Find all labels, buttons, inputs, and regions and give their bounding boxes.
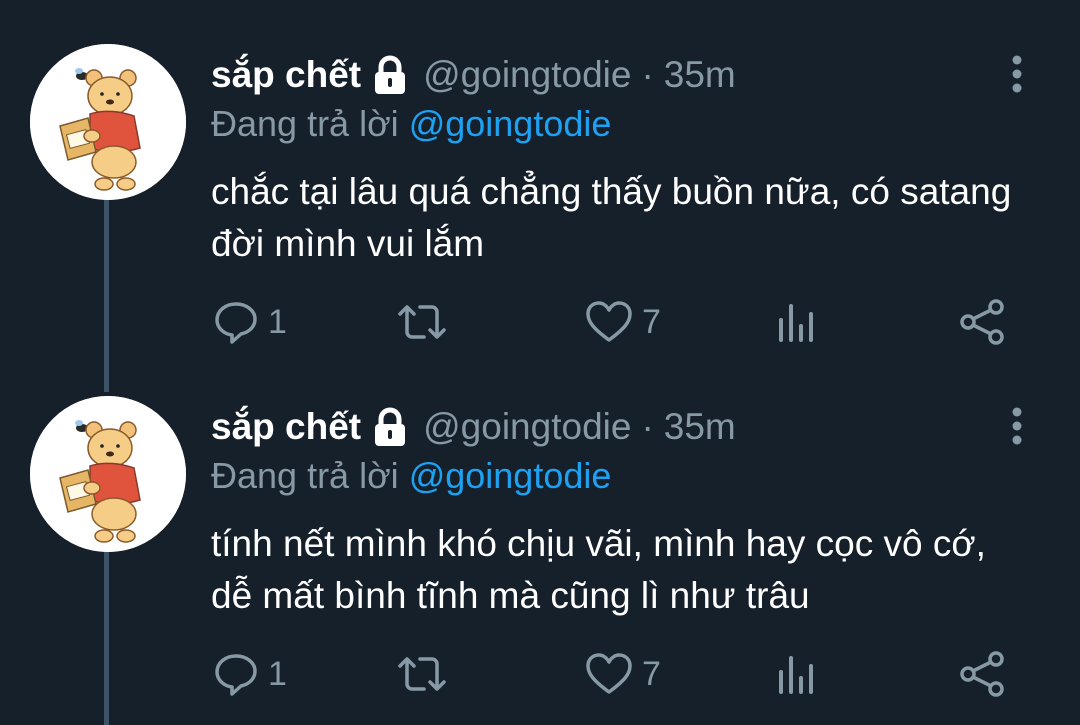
analytics-icon: [779, 656, 813, 694]
share-button[interactable]: [958, 296, 1006, 348]
separator-dot: ·: [641, 406, 654, 447]
share-icon: [960, 299, 1004, 345]
tweet-actions: 1 7: [0, 648, 1080, 704]
retweet-button[interactable]: [394, 296, 450, 348]
reply-bubble-icon: [215, 654, 257, 696]
avatar[interactable]: [30, 396, 186, 552]
analytics-icon: [779, 304, 813, 342]
analytics-button[interactable]: [776, 296, 816, 348]
like-count: 7: [642, 654, 661, 693]
like-count: 7: [642, 302, 661, 341]
user-handle[interactable]: @goingtodie: [423, 54, 631, 96]
retweet-icon: [398, 305, 446, 339]
reply-count: 1: [268, 302, 287, 341]
more-vertical-icon: [1012, 55, 1022, 93]
retweet-button[interactable]: [394, 648, 450, 700]
reply-button[interactable]: 1: [212, 648, 287, 700]
display-name[interactable]: sắp chết: [211, 54, 361, 96]
share-icon: [960, 651, 1004, 697]
replying-to-line: Đang trả lời @goingtodie: [211, 103, 611, 145]
timestamp[interactable]: 35m: [664, 54, 736, 96]
bear-avatar-image: [30, 396, 186, 552]
lock-icon: [371, 55, 409, 95]
user-handle[interactable]: @goingtodie: [423, 406, 631, 448]
reply-mention-link[interactable]: @goingtodie: [409, 103, 612, 144]
display-name[interactable]: sắp chết: [211, 406, 361, 448]
tweet-text: tính nết mình khó chịu vãi, mình hay cọc…: [211, 523, 986, 616]
separator-dot: ·: [641, 54, 654, 95]
tweet[interactable]: sắp chết @goingtodie · 35m Đang trả lời …: [0, 352, 1080, 704]
replying-to-label: Đang trả lời: [211, 455, 399, 496]
reply-mention-link[interactable]: @goingtodie: [409, 455, 612, 496]
retweet-icon: [398, 657, 446, 691]
timestamp[interactable]: 35m: [664, 406, 736, 448]
replying-to-line: Đang trả lời @goingtodie: [211, 455, 611, 497]
heart-icon: [586, 301, 632, 342]
tweet-text: chắc tại lâu quá chẳng thấy buồn nữa, có…: [211, 171, 1012, 264]
tweet-actions: 1 7: [0, 296, 1080, 352]
share-button[interactable]: [958, 648, 1006, 700]
more-vertical-icon: [1012, 407, 1022, 445]
heart-icon: [586, 653, 632, 694]
more-options-button[interactable]: [1002, 54, 1032, 94]
like-button[interactable]: 7: [584, 296, 661, 348]
replying-to-label: Đang trả lời: [211, 103, 399, 144]
tweet[interactable]: sắp chết @goingtodie · 35m Đang trả lời …: [0, 0, 1080, 352]
more-options-button[interactable]: [1002, 406, 1032, 446]
lock-icon: [371, 407, 409, 447]
avatar[interactable]: [30, 44, 186, 200]
tweet-header: sắp chết @goingtodie · 35m: [211, 52, 736, 98]
tweet-header: sắp chết @goingtodie · 35m: [211, 404, 736, 450]
reply-bubble-icon: [215, 302, 257, 344]
reply-button[interactable]: 1: [212, 296, 287, 348]
reply-count: 1: [268, 654, 287, 693]
like-button[interactable]: 7: [584, 648, 661, 700]
bear-avatar-image: [30, 44, 186, 200]
analytics-button[interactable]: [776, 648, 816, 700]
